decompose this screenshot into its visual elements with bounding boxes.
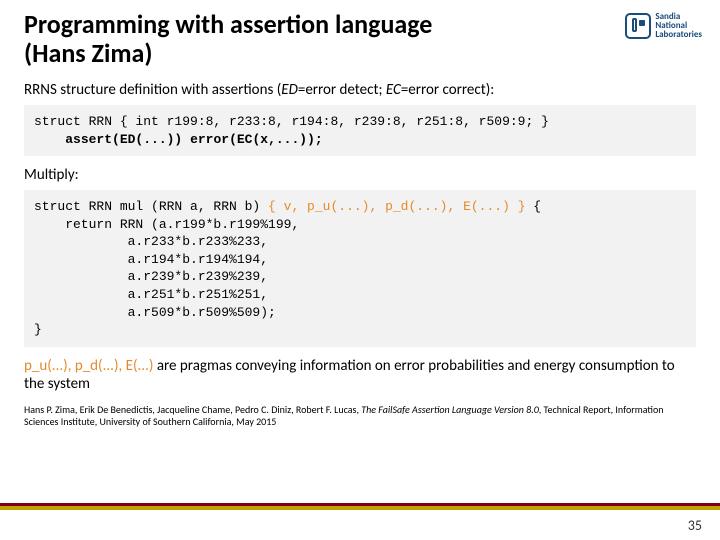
- logo-text: Sandia National Laboratories: [655, 12, 702, 39]
- page-number: 35: [688, 517, 702, 534]
- code-multiply: struct RRN mul (RRN a, RRN b) { v, p_u(.…: [24, 190, 696, 346]
- slide-title: Programming with assertion language (Han…: [24, 10, 696, 67]
- code-struct-definition: struct RRN { int r199:8, r233:8, r194:8,…: [24, 105, 696, 156]
- rrns-definition-heading: RRNS structure definition with assertion…: [24, 81, 696, 99]
- pragma-explanation: p_u(...), p_d(...), E(...) are pragmas c…: [24, 357, 696, 395]
- citation: Hans P. Zima, Erik De Benedictis, Jacque…: [24, 404, 696, 428]
- footer-divider: [0, 506, 720, 510]
- sandia-logo: Sandia National Laboratories: [625, 12, 702, 39]
- logo-mark: [625, 13, 651, 39]
- multiply-heading: Multiply:: [24, 166, 696, 184]
